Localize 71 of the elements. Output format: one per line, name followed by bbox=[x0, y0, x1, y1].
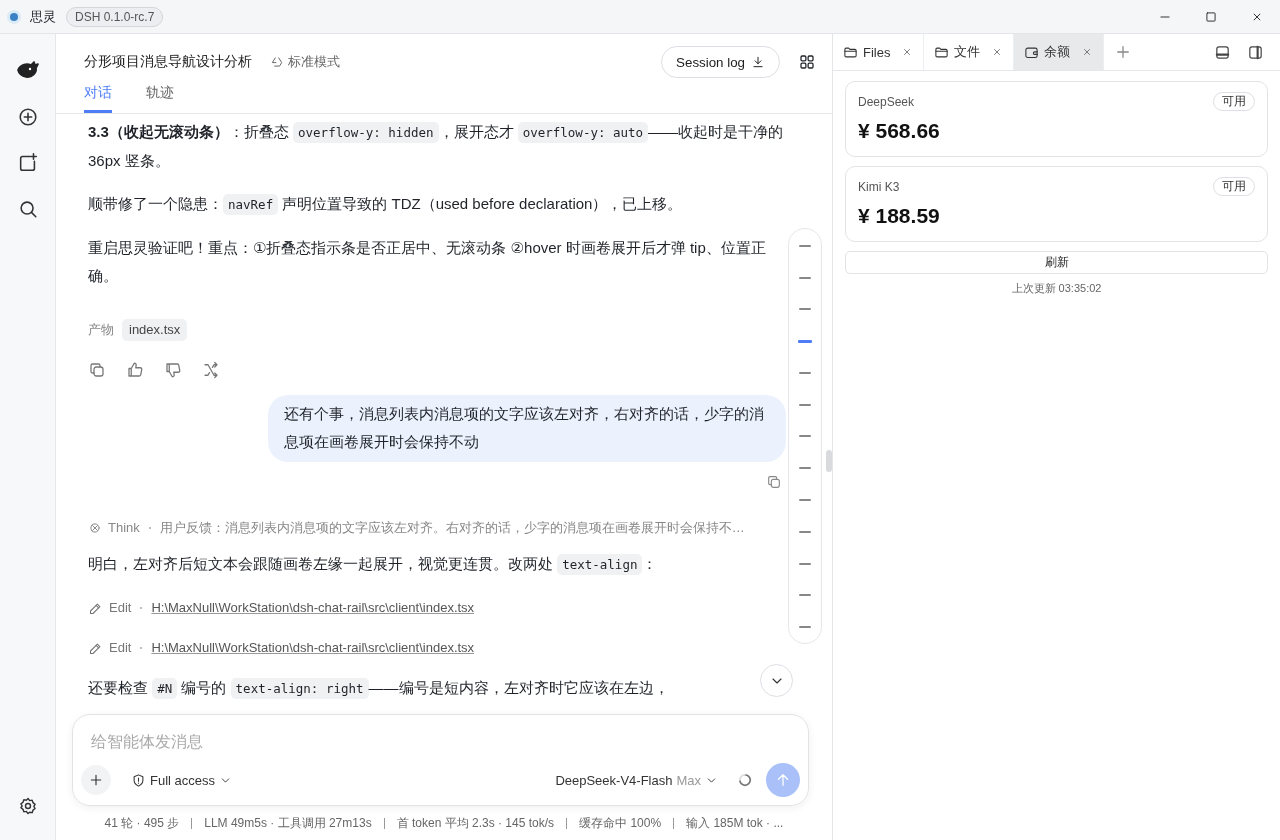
copy-icon[interactable] bbox=[88, 361, 106, 379]
status-metric: LLM 49m5s · 工具调用 27m13s bbox=[204, 814, 372, 832]
edit-label: Edit bbox=[109, 599, 132, 617]
nav-marker[interactable] bbox=[799, 626, 811, 629]
tab[interactable]: 轨迹 bbox=[146, 80, 174, 113]
message-paragraph: 3.3（收起无滚动条）：折叠态 overflow-y: hidden ，展开态才 overflow-y: auto ——收起时是干净的 36px 竖条。 bbox=[88, 121, 785, 171]
panel-tab[interactable]: 余额 bbox=[1014, 34, 1105, 70]
status-metric: 41 轮 · 495 步 bbox=[104, 814, 180, 832]
shield-icon bbox=[131, 772, 146, 788]
message-paragraph: 明白，左对齐后短文本会跟随画卷左缘一起展开，视觉更连贯。改两处 text-align ： bbox=[88, 550, 786, 579]
nav-marker[interactable] bbox=[799, 308, 811, 311]
mode-label: 标准模式 bbox=[288, 53, 340, 71]
copy-icon[interactable] bbox=[766, 474, 782, 490]
message-paragraph: 重启思灵验证吧！重点：①折叠态指示条是否正居中、无滚动条 ②hover 时画卷展开后才弹 tip、位置正确。 bbox=[88, 238, 767, 286]
message-paragraph: 顺带修了一个隐患： navRef 声明位置导致的 TDZ（used before declaration），已上移。 bbox=[88, 190, 786, 219]
artifacts-label: 产物 bbox=[88, 322, 114, 339]
thumbs-down-icon[interactable] bbox=[164, 361, 182, 379]
nav-marker[interactable] bbox=[799, 244, 811, 247]
file-chip[interactable]: index.tsx bbox=[122, 319, 188, 341]
app-title: 思灵 bbox=[30, 7, 56, 26]
bottom-panel-icon[interactable] bbox=[1214, 43, 1231, 61]
nav-marker[interactable] bbox=[799, 467, 811, 470]
download-icon bbox=[751, 55, 765, 69]
thumbs-up-icon[interactable] bbox=[126, 361, 144, 379]
model-dropdown[interactable]: DeepSeek-V4-Flash Max bbox=[549, 772, 724, 788]
session-log-button[interactable]: Session log bbox=[661, 46, 780, 78]
status-metric: 输入 185M tok · ... bbox=[686, 814, 784, 832]
nav-marker[interactable] bbox=[799, 403, 811, 406]
conversation-title: 分形项目消息导航设计分析 bbox=[84, 53, 252, 71]
nav-marker[interactable] bbox=[799, 276, 811, 279]
user-message-bubble: 还有个事，消息列表内消息项的文字应该左对齐，右对齐的话，少字的消息项在画卷展开时会保持不动 bbox=[268, 395, 786, 462]
folder-icon bbox=[934, 44, 950, 60]
status-metric: 首 token 平均 2.3s · 145 tok/s bbox=[396, 814, 555, 832]
edit-label: Edit bbox=[109, 639, 132, 657]
think-summary: 用户反馈：消息列表内消息项的文字应该左对齐。右对齐的话，少字的消息项在画卷展开时会保持不… bbox=[159, 519, 745, 537]
nav-marker[interactable] bbox=[799, 435, 811, 438]
status-metric: 缓存命中 100% bbox=[579, 814, 662, 832]
wallet-icon bbox=[1024, 44, 1040, 60]
grid-icon[interactable] bbox=[798, 53, 816, 71]
maximize-icon[interactable] bbox=[1204, 9, 1218, 24]
access-dropdown[interactable]: Full access bbox=[125, 772, 239, 788]
side-panel-icon[interactable] bbox=[1247, 43, 1264, 61]
nav-marker[interactable] bbox=[799, 499, 811, 501]
pencil-icon bbox=[88, 600, 103, 616]
attach-button[interactable] bbox=[81, 765, 111, 795]
pencil-icon bbox=[88, 640, 103, 656]
nav-marker[interactable] bbox=[799, 594, 811, 597]
tab[interactable]: 对话 bbox=[84, 80, 112, 113]
resize-handle[interactable] bbox=[826, 450, 832, 472]
think-label[interactable]: Think bbox=[108, 514, 140, 542]
nav-marker[interactable] bbox=[799, 530, 811, 533]
send-button[interactable] bbox=[766, 763, 800, 797]
panel-tab[interactable]: Files bbox=[833, 34, 925, 70]
nav-marker[interactable] bbox=[799, 371, 811, 374]
provider-name: Kimi K3 bbox=[858, 179, 900, 194]
refresh-button[interactable]: 刷新 bbox=[845, 251, 1268, 274]
balance-amount: ¥ 568.66 bbox=[858, 119, 941, 143]
nav-marker[interactable] bbox=[799, 562, 811, 565]
version-badge: DSH 0.1.0-rc.7 bbox=[66, 6, 164, 27]
file-path-link[interactable]: H:\MaxNull\WorkStation\dsh-chat-rail\src\client\index.tsx bbox=[151, 594, 475, 622]
app-logo-icon bbox=[10, 12, 18, 21]
scroll-down-button[interactable] bbox=[760, 664, 793, 697]
last-updated-text: 上次更新 03:35:02 bbox=[1010, 281, 1103, 296]
message-composer[interactable]: 给智能体发消息 Full access DeepSeek-V4-Flash Max bbox=[72, 714, 809, 806]
provider-name: DeepSeek bbox=[858, 94, 915, 109]
plus-icon bbox=[88, 772, 104, 788]
balance-amount: ¥ 188.59 bbox=[858, 204, 941, 228]
nav-marker[interactable] bbox=[798, 339, 812, 343]
think-icon bbox=[88, 521, 102, 535]
folder-icon bbox=[843, 44, 858, 60]
file-path-link[interactable]: H:\MaxNull\WorkStation\dsh-chat-rail\src\client\index.tsx bbox=[151, 634, 475, 662]
